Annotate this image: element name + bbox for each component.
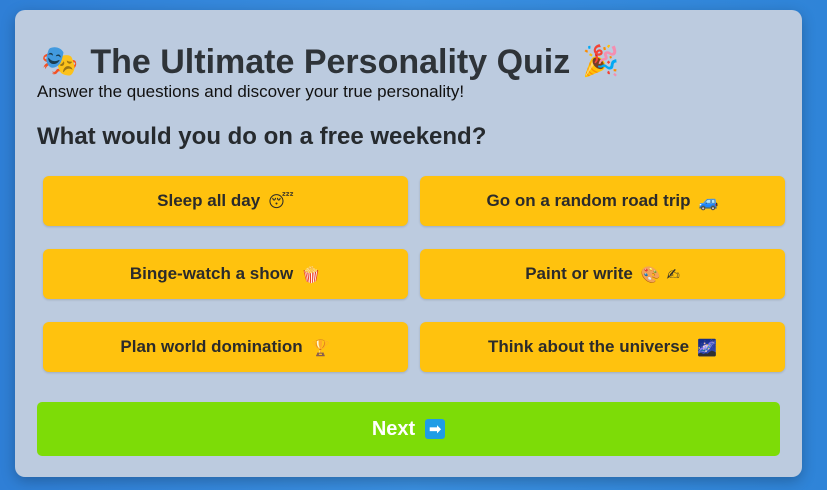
milky-way-icon: 🌌: [697, 337, 718, 357]
option-world-domination[interactable]: Plan world domination 🏆: [43, 322, 408, 372]
next-button-label: Next: [371, 417, 416, 440]
option-road-trip[interactable]: Go on a random road trip 🚙: [420, 176, 785, 226]
option-label: Sleep all day: [157, 191, 261, 210]
theater-masks-icon: 🎭: [41, 44, 79, 79]
sleeping-face-icon: 😴: [268, 191, 294, 211]
option-think-universe[interactable]: Think about the universe 🌌: [420, 322, 785, 372]
palette-and-writing-hand-icon: 🎨 ✍: [640, 264, 680, 284]
answer-options: Sleep all day 😴 Go on a random road trip…: [43, 176, 785, 372]
option-binge-watch[interactable]: Binge-watch a show 🍿: [43, 249, 408, 299]
page-title: The Ultimate Personality Quiz: [90, 42, 571, 81]
option-paint-or-write[interactable]: Paint or write 🎨 ✍: [420, 249, 785, 299]
option-label: Go on a random road trip: [486, 191, 691, 210]
right-arrow-icon: ➡: [425, 419, 446, 439]
option-label: Binge-watch a show: [129, 264, 294, 283]
option-label: Think about the universe: [487, 337, 690, 356]
title-row: 🎭 The Ultimate Personality Quiz 🎉: [41, 40, 620, 84]
option-label: Paint or write: [525, 264, 633, 283]
popcorn-icon: 🍿: [301, 264, 322, 284]
option-sleep-all-day[interactable]: Sleep all day 😴: [43, 176, 408, 226]
subtitle: Answer the questions and discover your t…: [37, 82, 465, 101]
option-label: Plan world domination: [120, 337, 303, 356]
party-popper-icon: 🎉: [582, 44, 620, 79]
question-text: What would you do on a free weekend?: [37, 123, 487, 150]
quiz-card: 🎭 The Ultimate Personality Quiz 🎉 Answer…: [15, 10, 802, 477]
next-button[interactable]: Next ➡: [37, 402, 780, 456]
trophy-icon: 🏆: [310, 337, 331, 357]
car-icon: 🚙: [698, 191, 719, 211]
